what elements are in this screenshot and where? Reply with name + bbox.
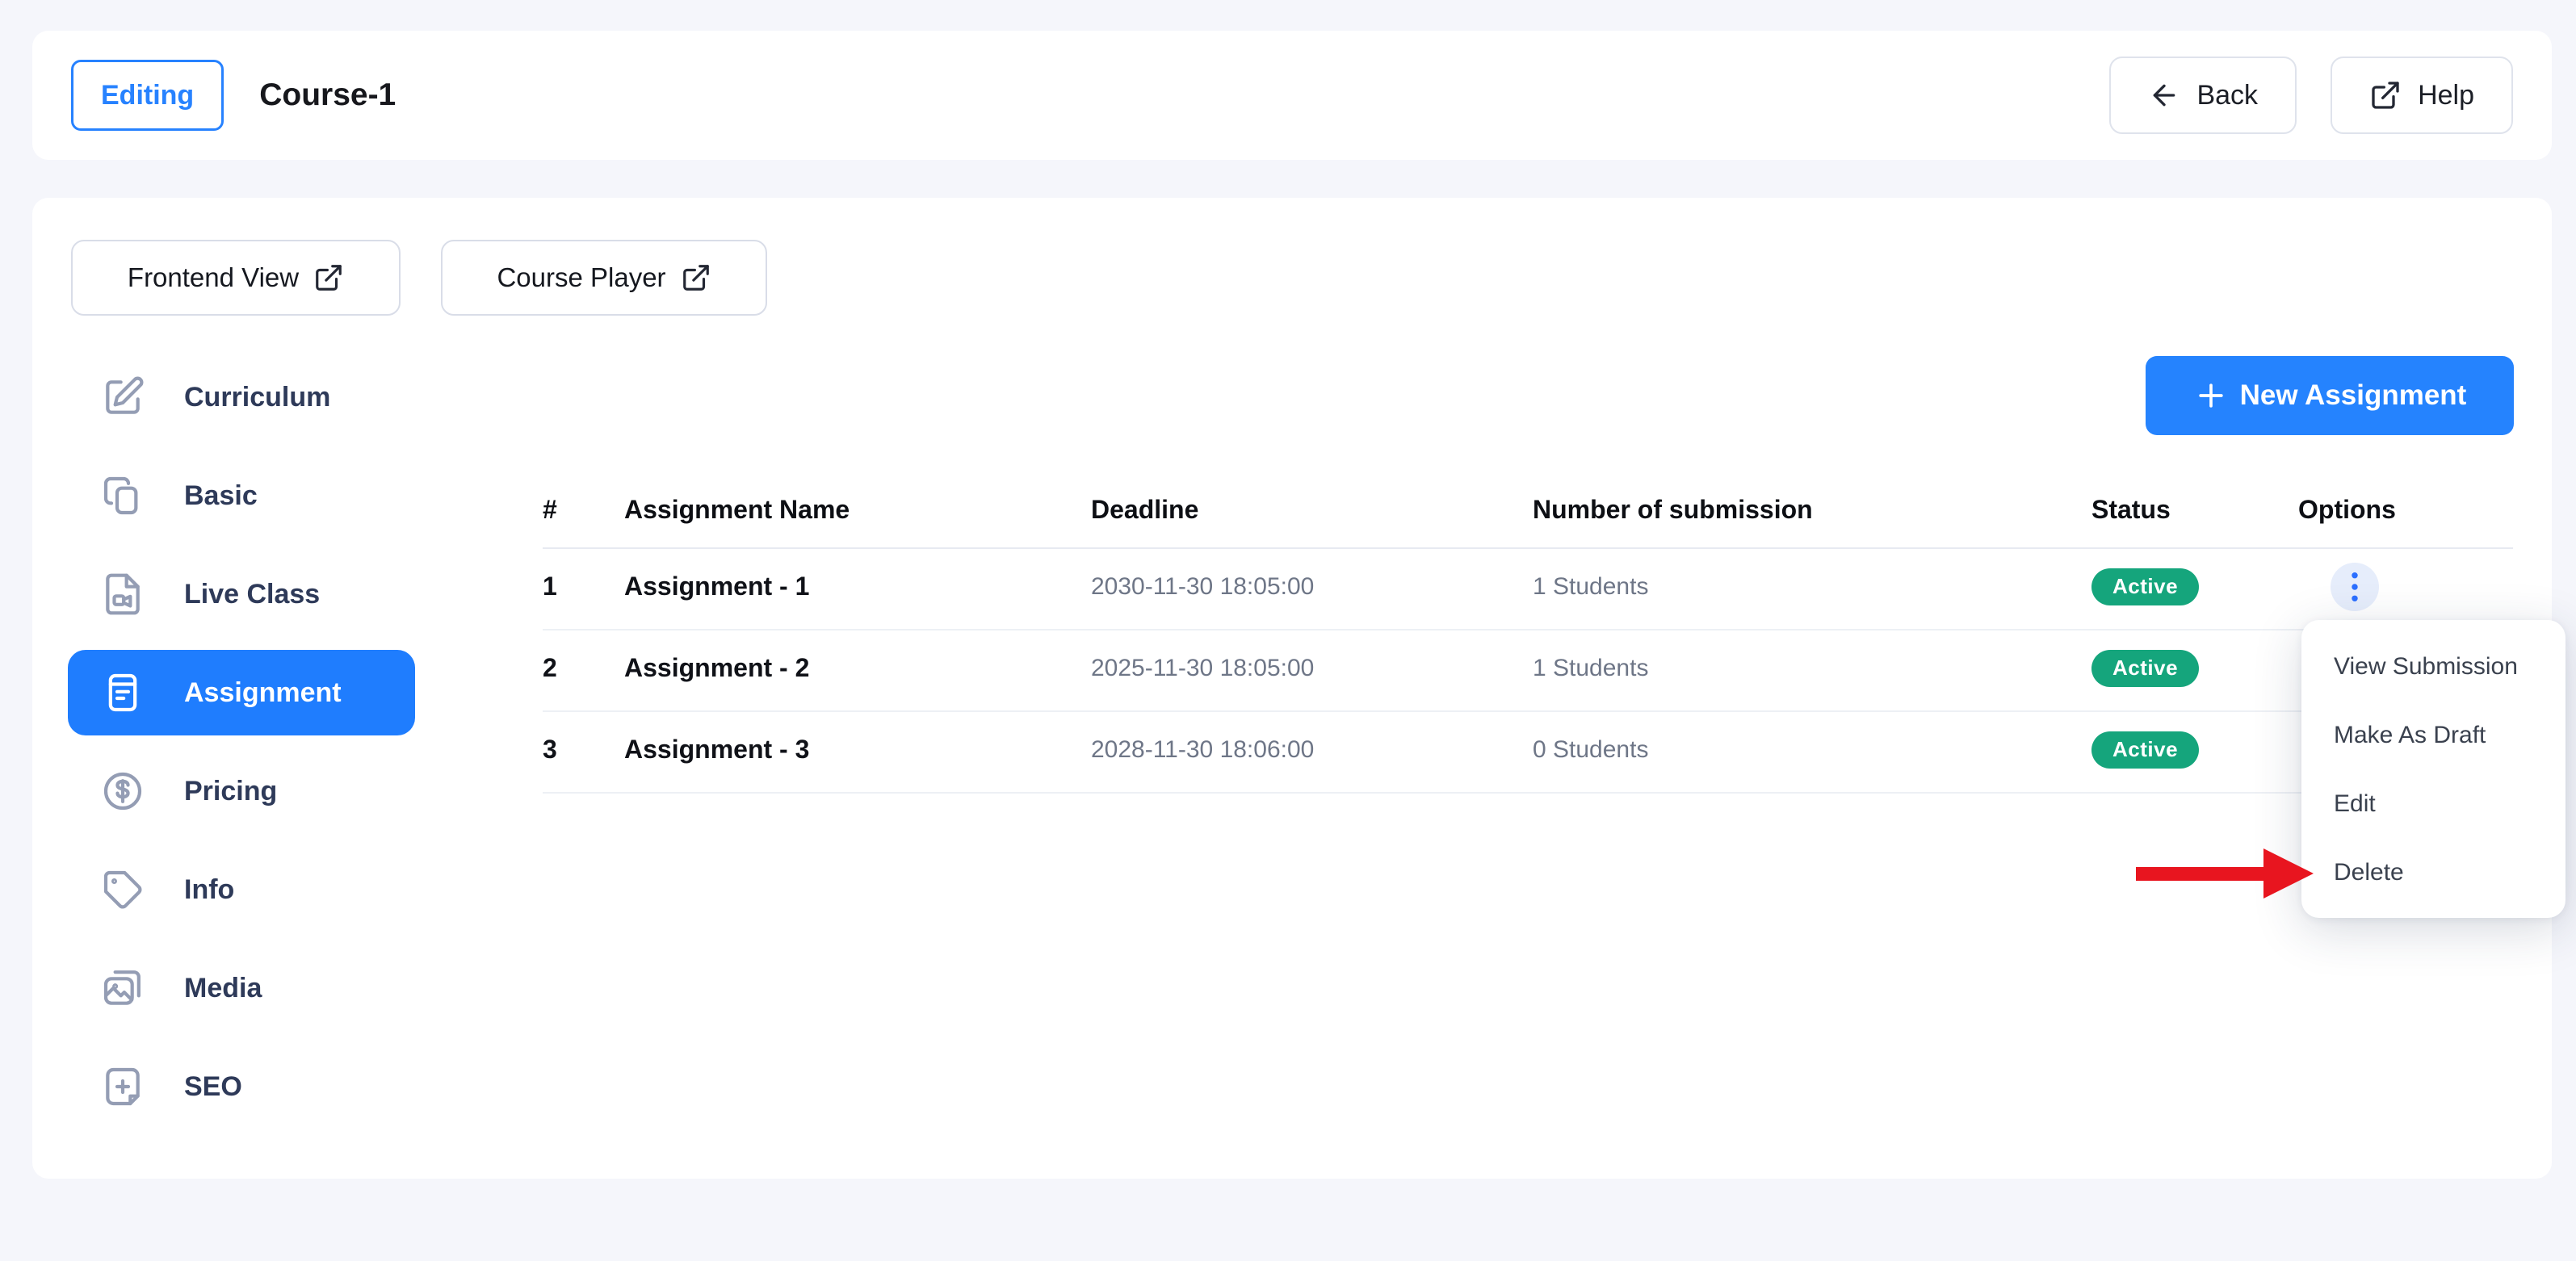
sidebar-item-label: SEO	[184, 1071, 242, 1103]
row-index: 3	[543, 735, 624, 765]
frontend-view-label: Frontend View	[128, 262, 299, 293]
status-badge: Active	[2091, 731, 2199, 769]
assignment-name: Assignment - 3	[624, 735, 1091, 765]
row-index: 2	[543, 653, 624, 683]
course-settings-sidebar: Curriculum Basic Live Class Assignment P…	[68, 354, 415, 1142]
new-assignment-button[interactable]: New Assignment	[2146, 356, 2514, 435]
sidebar-item-label: Live Class	[184, 579, 320, 610]
sidebar-item-info[interactable]: Info	[68, 847, 415, 932]
frontend-view-button[interactable]: Frontend View	[71, 240, 401, 316]
submission-count: 1 Students	[1533, 573, 2091, 601]
course-player-button[interactable]: Course Player	[441, 240, 767, 316]
menu-item-view-submission[interactable]: View Submission	[2301, 632, 2566, 701]
back-button-label: Back	[2196, 80, 2258, 111]
column-header-deadline: Deadline	[1091, 495, 1533, 525]
table-row: 2 Assignment - 2 2025-11-30 18:05:00 1 S…	[543, 630, 2513, 712]
column-header-status: Status	[2091, 495, 2298, 525]
column-header-index: #	[543, 495, 624, 525]
file-video-icon	[100, 572, 145, 617]
table-row: 1 Assignment - 1 2030-11-30 18:05:00 1 S…	[543, 549, 2513, 630]
arrow-shaft	[2136, 867, 2263, 881]
sidebar-item-label: Curriculum	[184, 382, 330, 413]
column-header-name: Assignment Name	[624, 495, 1091, 525]
status-cell: Active	[2091, 731, 2298, 769]
help-button-label: Help	[2418, 80, 2474, 111]
external-link-icon	[681, 262, 711, 293]
kebab-dots-icon	[2350, 571, 2360, 603]
sidebar-item-assignment[interactable]: Assignment	[68, 650, 415, 735]
tag-icon	[100, 867, 145, 912]
assignment-deadline: 2025-11-30 18:05:00	[1091, 655, 1533, 682]
status-badge: Active	[2091, 650, 2199, 687]
assignments-table: # Assignment Name Deadline Number of sub…	[543, 472, 2513, 794]
assignment-deadline: 2028-11-30 18:06:00	[1091, 736, 1533, 764]
options-cell	[2298, 563, 2513, 611]
sidebar-item-label: Assignment	[184, 677, 342, 709]
status-cell: Active	[2091, 650, 2298, 687]
curriculum-edit-icon	[100, 375, 145, 420]
table-row: 3 Assignment - 3 2028-11-30 18:06:00 0 S…	[543, 712, 2513, 794]
sidebar-item-curriculum[interactable]: Curriculum	[68, 354, 415, 440]
help-button[interactable]: Help	[2331, 57, 2513, 134]
course-editor-panel: Frontend View Course Player Curriculum B…	[32, 198, 2552, 1179]
back-button[interactable]: Back	[2109, 57, 2297, 134]
new-assignment-label: New Assignment	[2240, 379, 2467, 412]
assignment-name: Assignment - 2	[624, 653, 1091, 683]
external-link-icon	[313, 262, 344, 293]
sidebar-item-live-class[interactable]: Live Class	[68, 551, 415, 637]
sidebar-item-media[interactable]: Media	[68, 945, 415, 1031]
page-title: Course-1	[259, 78, 396, 113]
menu-item-edit[interactable]: Edit	[2301, 769, 2566, 838]
course-player-label: Course Player	[497, 262, 665, 293]
header-bar: Editing Course-1 Back Help	[32, 31, 2552, 160]
row-index: 1	[543, 572, 624, 601]
row-options-kebab-button[interactable]	[2331, 563, 2379, 611]
file-plus-icon	[100, 1064, 145, 1109]
assignment-deadline: 2030-11-30 18:05:00	[1091, 573, 1533, 601]
sidebar-item-label: Basic	[184, 480, 258, 512]
row-options-dropdown-menu: View Submission Make As Draft Edit Delet…	[2301, 620, 2566, 918]
table-header-row: # Assignment Name Deadline Number of sub…	[543, 472, 2513, 549]
submission-count: 0 Students	[1533, 736, 2091, 764]
copy-icon	[100, 473, 145, 518]
menu-item-delete[interactable]: Delete	[2301, 838, 2566, 907]
notebook-icon	[100, 670, 145, 715]
submission-count: 1 Students	[1533, 655, 2091, 682]
column-header-options: Options	[2298, 495, 2513, 525]
status-cell: Active	[2091, 568, 2298, 605]
assignment-name: Assignment - 1	[624, 572, 1091, 601]
sidebar-item-label: Pricing	[184, 776, 277, 807]
sidebar-item-label: Info	[184, 874, 234, 906]
sidebar-item-seo[interactable]: SEO	[68, 1044, 415, 1129]
status-badge: Active	[2091, 568, 2199, 605]
dollar-circle-icon	[100, 769, 145, 814]
menu-item-make-as-draft[interactable]: Make As Draft	[2301, 701, 2566, 769]
sidebar-item-basic[interactable]: Basic	[68, 453, 415, 538]
media-images-icon	[100, 966, 145, 1011]
external-link-icon	[2369, 79, 2402, 111]
sidebar-item-label: Media	[184, 973, 262, 1004]
arrow-left-icon	[2148, 79, 2180, 111]
plus-icon	[2193, 378, 2229, 413]
editing-status-badge: Editing	[71, 60, 224, 131]
sidebar-item-pricing[interactable]: Pricing	[68, 748, 415, 834]
column-header-submissions: Number of submission	[1533, 495, 2091, 525]
